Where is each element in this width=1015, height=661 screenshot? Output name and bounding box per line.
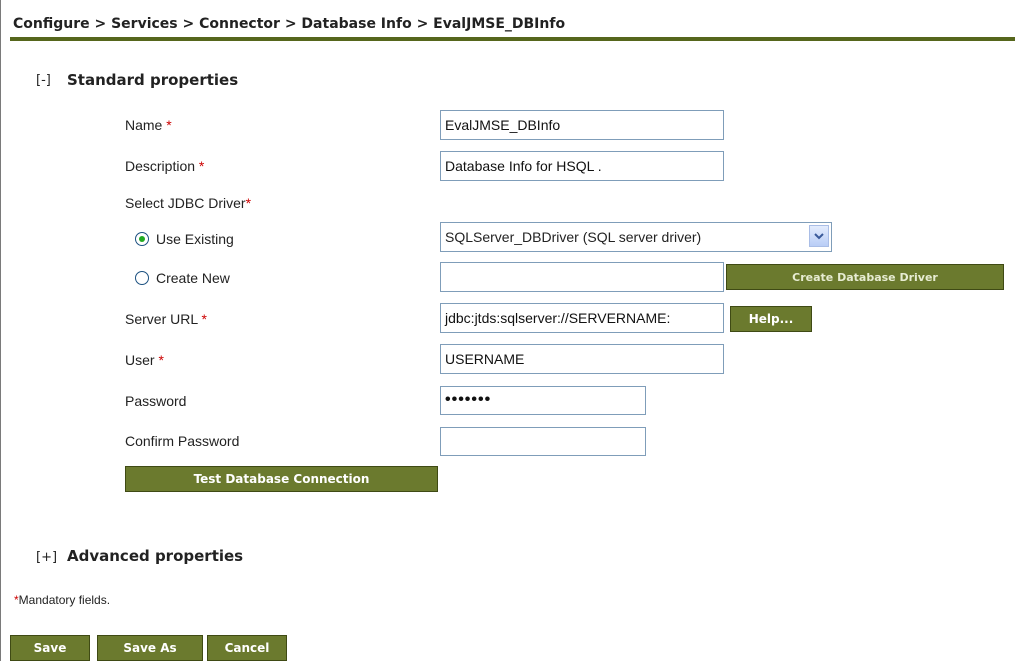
- use-existing-radio[interactable]: [135, 232, 149, 246]
- user-field[interactable]: USERNAME: [440, 344, 724, 374]
- create-new-radio[interactable]: [135, 271, 149, 285]
- required-marker: *: [158, 352, 164, 368]
- help-button[interactable]: Help...: [730, 306, 812, 332]
- page-left-border: [0, 0, 1, 661]
- user-label: User *: [125, 352, 164, 368]
- description-label: Description *: [125, 158, 205, 174]
- password-field[interactable]: •••••••: [440, 386, 646, 415]
- name-field[interactable]: EvalJMSE_DBInfo: [440, 110, 724, 140]
- server-url-field[interactable]: jdbc:jtds:sqlserver://SERVERNAME:: [440, 303, 724, 333]
- confirm-password-field[interactable]: [440, 427, 646, 456]
- jdbc-driver-label: Select JDBC Driver*: [125, 195, 252, 211]
- advanced-properties-title: Advanced properties: [67, 547, 244, 565]
- test-database-connection-button[interactable]: Test Database Connection: [125, 466, 438, 492]
- required-marker: *: [245, 195, 252, 211]
- required-marker: *: [166, 117, 172, 133]
- create-new-label: Create New: [156, 270, 230, 286]
- save-button[interactable]: Save: [10, 635, 90, 661]
- server-url-label: Server URL *: [125, 311, 207, 327]
- required-marker: *: [198, 158, 205, 174]
- use-existing-label: Use Existing: [156, 231, 234, 247]
- standard-properties-title: Standard properties: [67, 71, 239, 89]
- advanced-properties-toggle[interactable]: [+]: [36, 550, 57, 565]
- jdbc-driver-selected-value: SQLServer_DBDriver (SQL server driver): [445, 229, 702, 245]
- description-field[interactable]: Database Info for HSQL .: [440, 151, 724, 181]
- breadcrumb: Configure > Services > Connector > Datab…: [13, 16, 566, 32]
- standard-properties-toggle[interactable]: [-]: [36, 73, 51, 88]
- mandatory-fields-note: *Mandatory fields.: [14, 593, 111, 607]
- required-marker: *: [201, 311, 207, 327]
- header-divider: [10, 37, 1015, 41]
- radio-selected-dot: [139, 236, 145, 242]
- cancel-button[interactable]: Cancel: [207, 635, 287, 661]
- jdbc-driver-select[interactable]: SQLServer_DBDriver (SQL server driver): [440, 222, 832, 252]
- save-as-button[interactable]: Save As: [97, 635, 203, 661]
- create-new-driver-field[interactable]: [440, 262, 724, 292]
- password-label: Password: [125, 393, 187, 409]
- confirm-password-label: Confirm Password: [125, 433, 240, 449]
- create-database-driver-button[interactable]: Create Database Driver: [726, 264, 1004, 290]
- name-label: Name *: [125, 117, 172, 133]
- chevron-down-icon[interactable]: [809, 225, 829, 247]
